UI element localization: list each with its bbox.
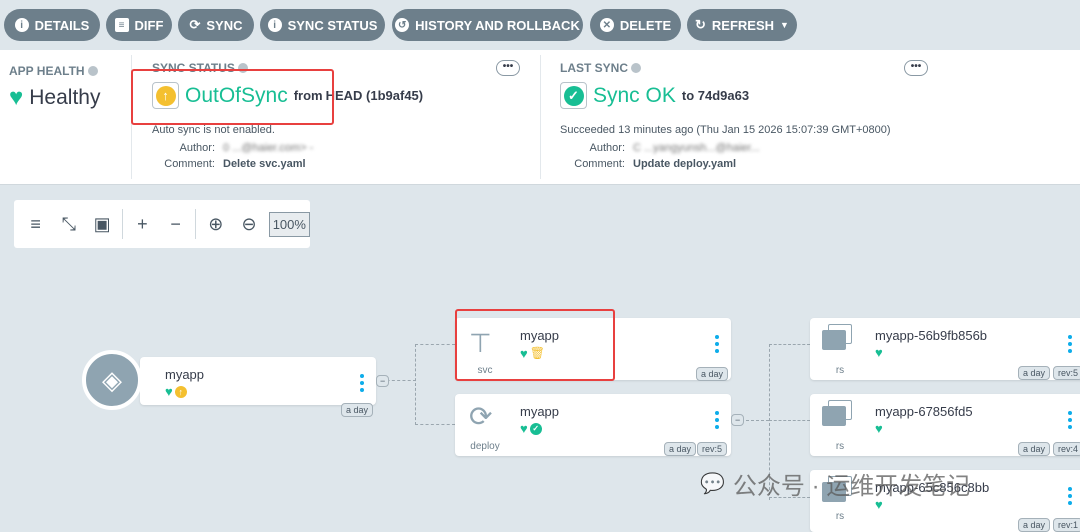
help-icon[interactable] — [87, 66, 98, 76]
edge — [769, 420, 810, 421]
rev-tag: rev:5 — [697, 442, 728, 456]
refresh-button[interactable]: ↻ REFRESH ▼ — [687, 9, 797, 41]
fit-icon[interactable]: ▣ — [89, 210, 116, 238]
node-name: myapp-67856fd5 — [875, 404, 973, 419]
deploy-icon: ⟳ — [469, 401, 493, 432]
divider — [121, 209, 123, 239]
history-icon: ↺ — [395, 18, 410, 32]
wechat-icon: 💬 — [700, 473, 725, 495]
status-box: ✓ — [560, 82, 587, 109]
heart-icon: ♥ — [9, 84, 24, 111]
age-tag: a day — [1018, 518, 1051, 532]
zoom-level[interactable]: 100% — [268, 211, 310, 237]
watermark: 💬 公众号 · 运维开发笔记 — [700, 473, 971, 500]
check-circle-icon: ✓ — [529, 422, 542, 435]
zoom-in-icon[interactable]: ⊕ — [202, 210, 229, 238]
app-health-status: ♥ Healthy — [9, 84, 101, 111]
age-tag: a day — [1018, 442, 1051, 456]
last-sync-title: LAST SYNC — [560, 61, 642, 75]
age-tag: a day — [341, 403, 374, 417]
edge — [415, 344, 455, 345]
node-kind: deploy — [470, 441, 500, 452]
node-status: ♥ — [875, 422, 883, 435]
last-sync-value: ✓ Sync OK to 74d9a63 — [560, 82, 749, 109]
chevron-down-icon: ▼ — [780, 20, 789, 30]
sync-comment: Comment: Delete svc.yaml — [164, 158, 306, 170]
details-button[interactable]: i DETAILS — [4, 9, 100, 41]
minus-icon[interactable]: − — [162, 210, 189, 238]
node-kind: rs — [835, 441, 845, 452]
highlight-box — [455, 309, 615, 381]
info-icon: i — [267, 18, 282, 32]
age-tag: a day — [664, 442, 697, 456]
edge — [415, 344, 416, 425]
history-rollback-button[interactable]: ↺ HISTORY AND ROLLBACK — [392, 9, 583, 41]
node-name: myapp — [520, 404, 560, 419]
sync-button[interactable]: ⟳ SYNC — [178, 9, 254, 41]
info-icon: i — [14, 18, 29, 32]
arrow-up-circle-icon: ↑ — [174, 385, 187, 398]
heart-icon: ♥ — [875, 421, 883, 436]
heart-icon: ♥ — [165, 384, 173, 399]
age-tag: a day — [696, 367, 729, 381]
last-sync-author: Author: C ...yangyunsh...@haier... — [589, 142, 760, 154]
sync-status-more-button[interactable]: ••• — [496, 60, 520, 76]
edge — [769, 344, 810, 345]
heart-icon: ♥ — [520, 421, 528, 436]
divider — [540, 55, 541, 179]
app-health-title: APP HEALTH — [9, 64, 98, 78]
graph-toolbar: ≡ ⤡ ▣ + − ⊕ ⊖ 100% — [14, 200, 310, 248]
app-node[interactable]: myapp ♥ ↑ — [140, 357, 376, 405]
align-left-icon[interactable]: ≡ — [22, 210, 49, 238]
layers-icon: ◈ — [82, 350, 142, 410]
heart-icon: ♥ — [875, 345, 883, 360]
rev-tag: rev:1 — [1053, 518, 1080, 532]
last-sync-more-button[interactable]: ••• — [904, 60, 928, 76]
sync-author: Author: 0 ...@haier.com> - — [179, 142, 314, 154]
plus-icon[interactable]: + — [129, 210, 156, 238]
redo-icon: ↻ — [695, 17, 706, 32]
rev-tag: rev:5 — [1053, 366, 1080, 380]
node-status: ♥ — [875, 346, 883, 359]
node-kind: rs — [835, 511, 845, 522]
node-menu-button[interactable] — [1068, 411, 1072, 429]
check-circle-icon: ✓ — [563, 85, 584, 106]
replicaset-icon — [822, 406, 846, 426]
sync-status-button[interactable]: i SYNC STATUS — [260, 9, 385, 41]
age-tag: a day — [1018, 366, 1051, 380]
compress-icon[interactable]: ⤡ — [55, 210, 82, 238]
node-name: myapp — [165, 367, 205, 382]
rev-tag: rev:4 — [1053, 442, 1080, 456]
replicaset-icon — [822, 330, 846, 350]
diff-button[interactable]: ≡ DIFF — [106, 9, 172, 41]
times-circle-icon: ✕ — [599, 18, 614, 32]
node-status: ♥ ✓ — [520, 422, 542, 435]
sync-icon: ⟳ — [189, 17, 201, 32]
node-menu-button[interactable] — [715, 411, 719, 429]
node-name: myapp-56b9fb856b — [875, 328, 988, 343]
last-sync-time: Succeeded 13 minutes ago (Thu Jan 15 202… — [560, 124, 891, 136]
auto-sync-text: Auto sync is not enabled. — [152, 124, 275, 136]
node-menu-button[interactable] — [715, 335, 719, 353]
node-kind: rs — [835, 365, 845, 376]
node-menu-button[interactable] — [1068, 335, 1072, 353]
node-status: ♥ ↑ — [165, 385, 187, 398]
collapse-toggle[interactable]: − — [731, 414, 745, 426]
highlight-box — [131, 69, 334, 125]
node-menu-button[interactable] — [1068, 487, 1072, 505]
last-sync-comment: Comment: Update deploy.yaml — [574, 158, 737, 170]
divider — [195, 209, 197, 239]
zoom-out-icon[interactable]: ⊖ — [235, 210, 262, 238]
app-toolbar: i DETAILS ≡ DIFF ⟳ SYNC i SYNC STATUS ↺ HISTO… — [0, 0, 1080, 50]
help-icon[interactable] — [631, 63, 642, 73]
collapse-toggle[interactable]: − — [376, 375, 390, 387]
node-menu-button[interactable] — [360, 374, 364, 392]
file-icon: ≡ — [114, 18, 129, 32]
revision-link[interactable]: HEAD (1b9af45) — [326, 88, 424, 103]
edge — [415, 424, 455, 425]
delete-button[interactable]: ✕ DELETE — [590, 9, 681, 41]
